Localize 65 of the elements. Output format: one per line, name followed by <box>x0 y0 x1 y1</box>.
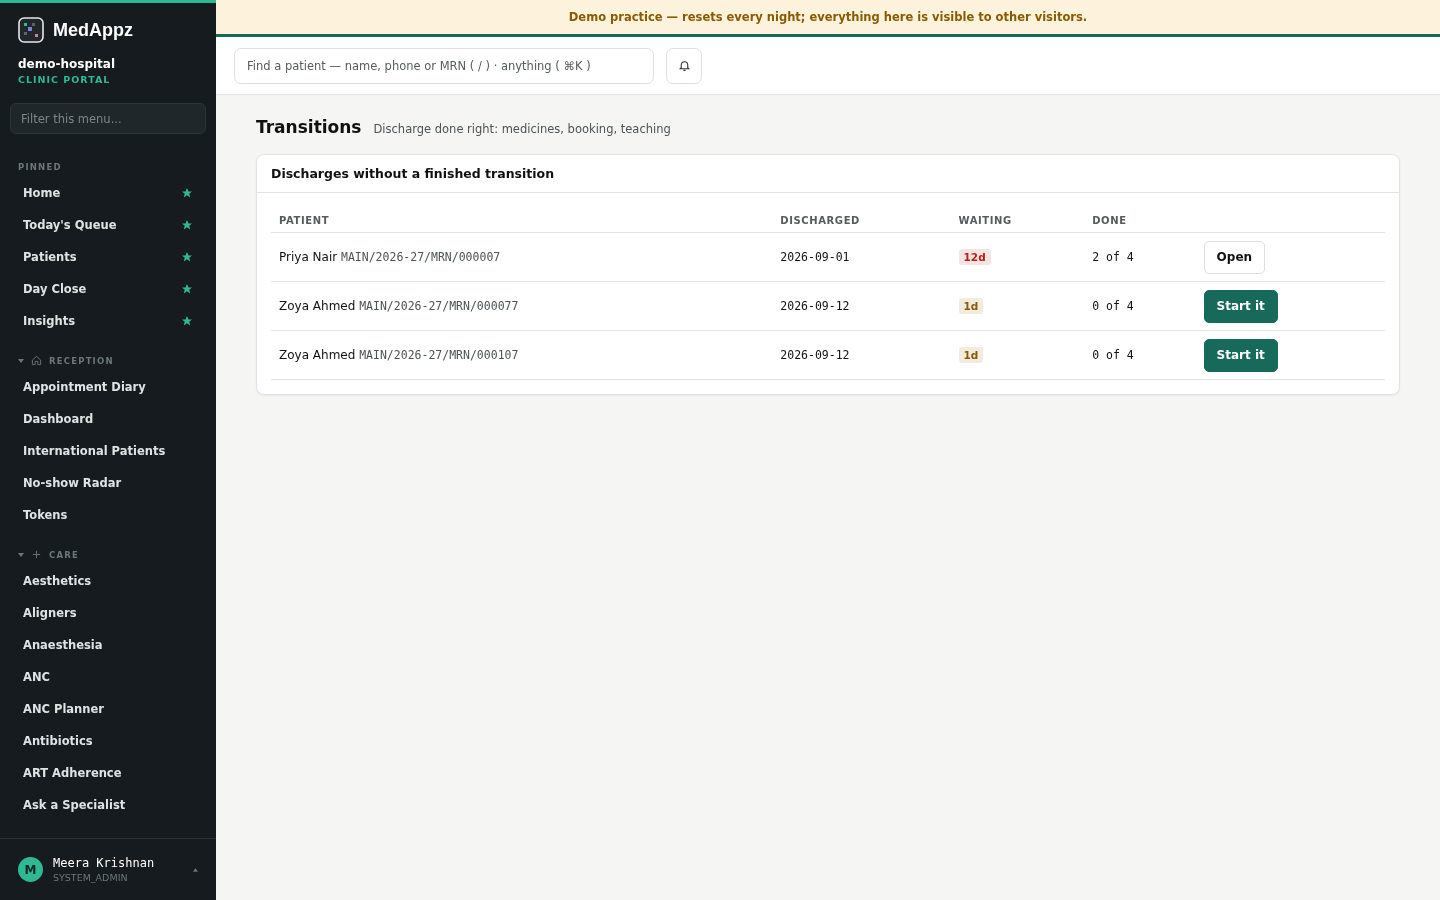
table-cell: 2026-09-01 <box>772 232 951 282</box>
waiting-badge: 1d <box>958 347 984 363</box>
star-icon[interactable] <box>181 251 193 263</box>
row-action-button[interactable]: Open <box>1203 240 1266 274</box>
nav-item[interactable]: International Patients <box>23 444 166 458</box>
user-name: Meera Krishnan <box>53 856 156 870</box>
nav-item[interactable]: Today's Queue <box>23 218 117 232</box>
caret-icon[interactable] <box>18 358 24 363</box>
logo-icon <box>18 17 44 43</box>
nav-item[interactable]: Patients <box>23 250 77 264</box>
nav-item[interactable]: Tokens <box>23 508 68 522</box>
organization-name: demo-hospital <box>17 56 117 71</box>
plus-icon <box>31 549 42 560</box>
star-icon[interactable] <box>181 187 193 199</box>
caret-icon[interactable] <box>193 867 198 872</box>
caret-icon[interactable] <box>18 552 24 557</box>
house-icon <box>31 355 42 366</box>
row-action-button[interactable]: Start it <box>1203 289 1278 323</box>
group-title: CARE <box>49 549 79 560</box>
table-cell: 2026-09-12 <box>772 330 951 380</box>
table-cell: Zoya Ahmed MAIN/2026-27/MRN/000077 <box>271 281 773 331</box>
nav-item[interactable]: Day Close <box>23 282 87 296</box>
menu-filter-field[interactable]: Filter this menu... <box>10 103 206 134</box>
column-header: DONE <box>1084 207 1196 233</box>
table-cell: 2026-09-12 <box>772 281 951 331</box>
star-icon[interactable] <box>181 283 193 295</box>
nav-item[interactable]: Aligners <box>23 606 77 620</box>
table-cell: Zoya Ahmed MAIN/2026-27/MRN/000107 <box>271 330 773 380</box>
page-title: Transitions <box>256 117 362 137</box>
waiting-badge: 12d <box>958 249 991 265</box>
nav-item[interactable]: Ask a Specialist <box>23 798 126 812</box>
table-cell: Priya Nair MAIN/2026-27/MRN/000007 <box>271 232 773 282</box>
waiting-badge: 1d <box>958 298 984 314</box>
portal-label: CLINIC PORTAL <box>17 73 112 85</box>
card-title: Discharges without a finished transition <box>257 155 1399 193</box>
nav-item[interactable]: Appointment Diary <box>23 380 146 394</box>
page-subtitle: Discharge done right: medicines, booking, teaching <box>373 122 671 136</box>
column-header: WAITING <box>950 207 1085 233</box>
column-header: DISCHARGED <box>772 207 951 233</box>
banner-text: Demo practice — resets every night; everything here is visible to other visitors. <box>568 10 1088 24</box>
nav-item[interactable]: No-show Radar <box>23 476 122 490</box>
nav-item[interactable]: Anaesthesia <box>23 638 103 652</box>
column-header: PATIENT <box>271 207 773 233</box>
nav-item[interactable]: Aesthetics <box>23 574 92 588</box>
user-avatar: M <box>18 857 43 882</box>
bell-icon <box>677 59 691 72</box>
group-title: PINNED <box>18 162 62 172</box>
table-cell: 0 of 4 <box>1084 281 1196 331</box>
nav-item[interactable]: ART Adherence <box>23 766 122 780</box>
search-field[interactable]: Find a patient — name, phone or MRN ( / ) · anything ( ⌘K ) <box>234 47 654 84</box>
nav-item[interactable]: ANC Planner <box>23 702 104 716</box>
star-icon[interactable] <box>181 315 193 327</box>
row-action-button[interactable]: Start it <box>1203 338 1278 372</box>
nav-item[interactable]: Antibiotics <box>23 734 93 748</box>
nav-item[interactable]: Dashboard <box>23 412 94 426</box>
brand-name: MedAppz <box>53 19 133 41</box>
group-title: RECEPTION <box>49 355 114 366</box>
nav-item[interactable]: ANC <box>23 670 50 684</box>
user-role: SYSTEM_ADMIN <box>53 872 129 883</box>
table-cell: 2 of 4 <box>1084 232 1196 282</box>
nav-item[interactable]: Home <box>23 186 61 200</box>
nav-item[interactable]: Insights <box>23 314 75 328</box>
table-cell: 0 of 4 <box>1084 330 1196 380</box>
notifications-button[interactable] <box>666 47 702 84</box>
star-icon[interactable] <box>181 219 193 231</box>
